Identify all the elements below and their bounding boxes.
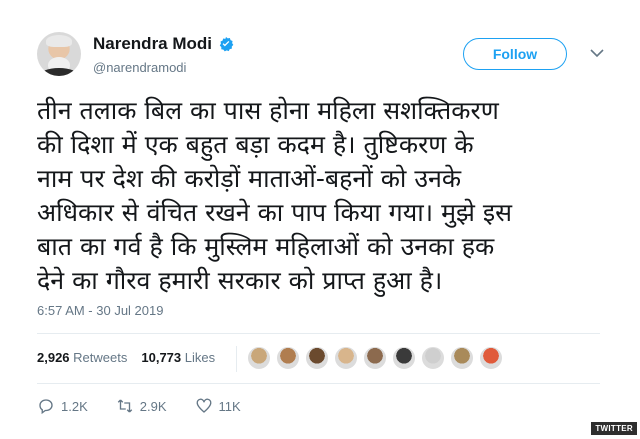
likes-label: Likes [184,350,216,365]
chevron-down-icon[interactable] [590,48,604,58]
author-name-row[interactable]: Narendra Modi [93,34,234,54]
follow-button[interactable]: Follow [463,38,567,70]
avatar[interactable] [37,32,81,76]
liker-avatar[interactable] [479,346,503,370]
stats-separator [236,346,237,372]
retweet-icon [117,399,132,413]
liker-avatar[interactable] [247,346,271,370]
retweet-action[interactable]: 2.9K [116,397,167,415]
engagement-stats: 2,926 Retweets 10,773 Likes [37,350,215,365]
author-handle[interactable]: @narendramodi [93,60,186,75]
liker-avatar[interactable] [363,346,387,370]
verified-badge-icon [219,37,234,52]
avatar-coat [39,68,79,76]
liker-avatar[interactable] [276,346,300,370]
tweet-actions: 1.2K 2.9K 11K [37,397,241,415]
divider [37,333,600,334]
liker-avatar[interactable] [450,346,474,370]
retweets-stat[interactable]: 2,926 Retweets [37,350,127,365]
twitter-watermark: TWITTER [591,422,637,435]
avatar-hair [46,35,72,47]
reply-icon [39,399,53,415]
retweet-count: 2.9K [139,398,167,414]
liker-avatars [247,346,503,370]
reply-action[interactable]: 1.2K [37,397,88,415]
tweet-text: तीन तलाक बिल का पास होना महिला सशक्तिकरण… [37,96,513,295]
likes-stat[interactable]: 10,773 Likes [141,350,215,365]
liker-avatar[interactable] [392,346,416,370]
liker-avatar[interactable] [334,346,358,370]
like-action[interactable]: 11K [195,397,241,415]
divider [37,383,600,384]
likes-count: 10,773 [141,350,182,365]
heart-icon [196,398,211,413]
tweet-timestamp[interactable]: 6:57 AM - 30 Jul 2019 [37,303,163,318]
tweet-header: Narendra Modi @narendramodi Follow [37,30,620,86]
reply-count: 1.2K [61,398,88,414]
retweets-label: Retweets [73,350,128,365]
like-count: 11K [218,398,241,414]
retweets-count: 2,926 [37,350,70,365]
author-name[interactable]: Narendra Modi [93,34,212,54]
liker-avatar[interactable] [305,346,329,370]
liker-avatar[interactable] [421,346,445,370]
